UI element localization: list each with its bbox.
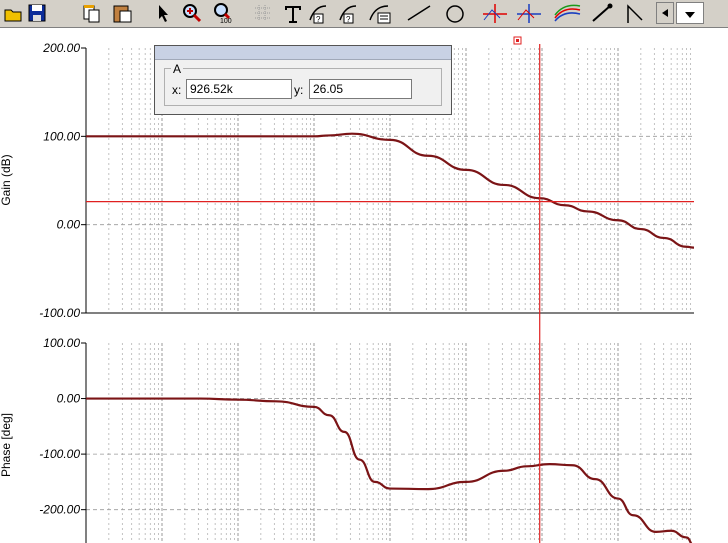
gain-tick-label: -100.00: [39, 306, 80, 320]
pointer-icon[interactable]: [148, 2, 178, 24]
dropdown-icon[interactable]: [676, 2, 704, 24]
y-label: y:: [294, 83, 304, 97]
cursor-group-label: A: [171, 62, 184, 76]
cursor-readout-panel[interactable]: A x: 926.52k y: 26.05: [154, 45, 452, 115]
y-value-field[interactable]: 26.05: [309, 79, 412, 99]
phase-panel: 100.00 0.00 -100.00 -200.00 Phase [deg]: [0, 336, 694, 543]
x-value-field[interactable]: 926.52k: [186, 79, 292, 99]
zoom-in-icon[interactable]: [180, 2, 206, 24]
svg-text:?: ?: [316, 15, 321, 24]
cursor-panel-titlebar[interactable]: [155, 46, 451, 60]
gain-tick-label: 200.00: [42, 41, 80, 55]
copy-icon[interactable]: [78, 2, 106, 24]
circle-icon[interactable]: [440, 2, 470, 24]
arrow-icon[interactable]: [622, 2, 650, 24]
cursor-a-icon[interactable]: ?: [306, 2, 332, 24]
crosshair-red-icon[interactable]: [480, 2, 510, 24]
marker-icon[interactable]: [588, 2, 618, 24]
save-icon[interactable]: [24, 2, 50, 24]
cursor-b-icon[interactable]: ?: [336, 2, 362, 24]
phase-tick-label: -100.00: [39, 447, 80, 461]
toolbar: 100 ? ?: [0, 0, 728, 28]
y-axis-label: Gain (dB): [0, 154, 13, 205]
crosshair-blue-icon[interactable]: [514, 2, 544, 24]
text-icon[interactable]: [280, 2, 306, 24]
zoom-100-icon[interactable]: 100: [208, 2, 246, 24]
grid: [86, 343, 694, 543]
grid-icon[interactable]: [250, 2, 276, 24]
paste-icon[interactable]: [108, 2, 140, 24]
scroll-left-icon[interactable]: [656, 2, 674, 24]
phase-tick-label: -200.00: [39, 503, 80, 517]
gain-tick-label: 0.00: [57, 218, 81, 232]
cursor-a-handle[interactable]: [513, 36, 522, 45]
svg-text:?: ?: [346, 15, 351, 24]
phase-tick-label: 100.00: [43, 336, 80, 350]
cursor-list-icon[interactable]: [366, 2, 396, 24]
phase-tick-label: 0.00: [57, 392, 81, 406]
zoom-badge: 100: [220, 18, 232, 24]
x-label: x:: [172, 83, 182, 97]
y-axis-label: Phase [deg]: [0, 413, 13, 477]
line-icon[interactable]: [404, 2, 434, 24]
curves-icon[interactable]: [552, 2, 584, 24]
gain-tick-label: 100.00: [43, 129, 80, 143]
open-icon[interactable]: [2, 2, 24, 24]
